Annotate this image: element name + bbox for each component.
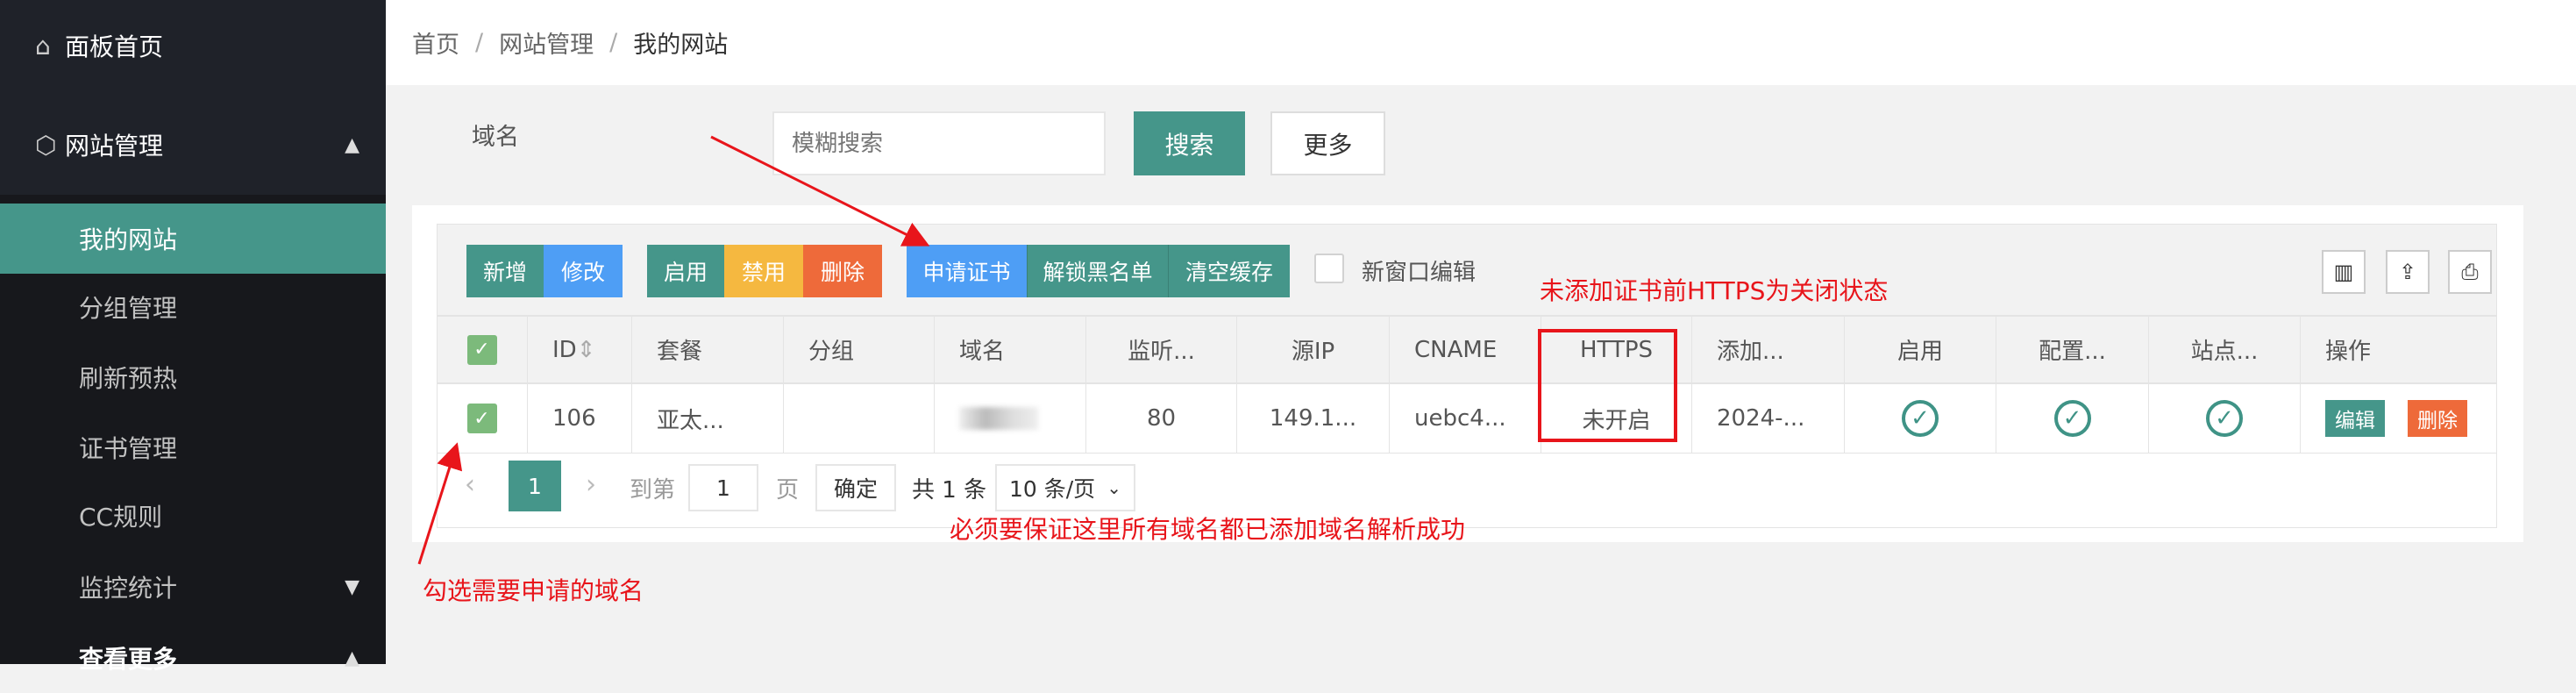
annotation-arrows — [417, 135, 930, 565]
arrow-to-checkbox — [417, 442, 463, 565]
arrow-to-apply-cert — [710, 135, 930, 246]
